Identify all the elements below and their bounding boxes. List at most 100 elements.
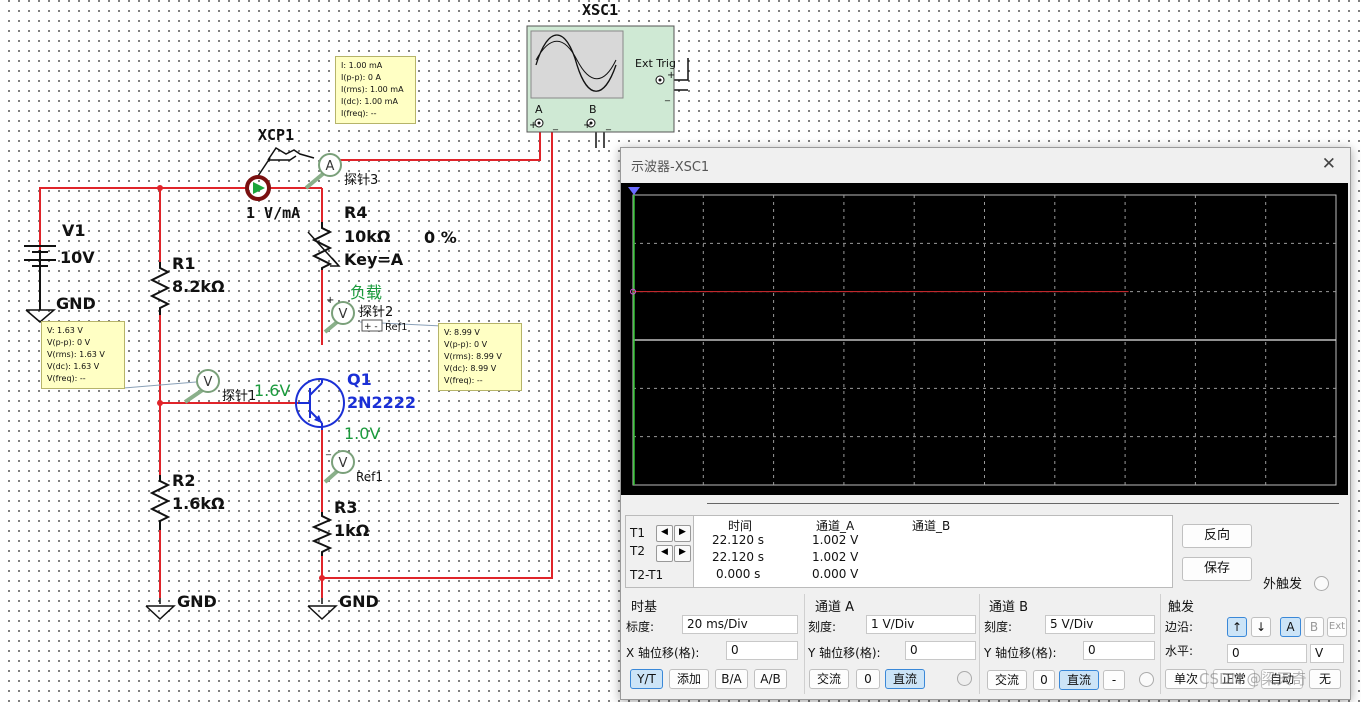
trigger-single-button[interactable]: 单次 [1165, 669, 1207, 689]
channel-b-radio[interactable] [1139, 672, 1154, 687]
current-probe-xcp1[interactable] [245, 175, 271, 201]
r2-name: R2 [172, 471, 195, 490]
r4-key: Key=A [344, 250, 404, 269]
t2-left-arrow-icon[interactable]: ◀ [656, 545, 673, 562]
trigger-auto-button[interactable]: 自动 [1261, 669, 1303, 689]
timebase-scale-field[interactable]: 20 ms/Div [682, 615, 798, 634]
trigger-source-b-button[interactable]: B [1304, 617, 1324, 637]
ext-trigger-radio[interactable] [1314, 576, 1329, 591]
trigger-source-ext-button[interactable]: Ext [1327, 617, 1347, 637]
r4-name: R4 [344, 203, 367, 222]
x-position-field[interactable]: 0 [726, 641, 798, 660]
falling-edge-icon[interactable]: ↓ [1251, 617, 1271, 637]
save-button[interactable]: 保存 [1182, 557, 1252, 581]
probe1-line: V(freq): -- [47, 374, 86, 383]
base-voltage: 1.6V [254, 381, 290, 400]
trigger-level-label: 水平: [1165, 644, 1194, 658]
scope-screen[interactable] [621, 183, 1348, 495]
close-icon[interactable]: ✕ [1322, 154, 1336, 174]
header-time: 时间 [728, 519, 753, 533]
panel-divider [804, 594, 805, 694]
channel-a-radio[interactable] [957, 671, 972, 686]
channel-b-zero-button[interactable]: 0 [1033, 670, 1055, 690]
ref1-label: Ref1 [356, 470, 383, 484]
reverse-button[interactable]: 反向 [1182, 524, 1252, 548]
probe3-readout: I: 1.00 mA I(p-p): 0 A I(rms): 1.00 mA I… [335, 56, 416, 124]
svg-text:A: A [326, 159, 335, 174]
probe-2-voltmeter[interactable]: V [323, 301, 355, 334]
channel-a-ypos-field[interactable]: 0 [905, 641, 976, 660]
oscilloscope-window[interactable]: 示波器-XSC1 ✕ T1 T2 T2-T1 ◀ ▶ ◀ ▶ 时间 通道_A 通… [620, 147, 1351, 700]
r3-name: R3 [334, 498, 357, 517]
t1-channel-a: 1.002 V [812, 533, 859, 547]
cursor-handle-icon[interactable] [628, 187, 640, 195]
readout-table: 时间 通道_A 通道_B 22.120 s 1.002 V 22.120 s 1… [693, 515, 1173, 588]
transistor-q1[interactable] [295, 378, 345, 430]
r4-percent: 0 % [424, 228, 457, 247]
probe3-line: I(freq): -- [341, 109, 377, 118]
emitter-voltage: 1.0V [344, 424, 380, 443]
trigger-source-a-button[interactable]: A [1280, 617, 1301, 637]
scrollbar-track[interactable] [707, 503, 1339, 504]
t1-left-arrow-icon[interactable]: ◀ [656, 525, 673, 542]
gnd-label-v1: GND [56, 294, 96, 313]
rising-edge-icon[interactable]: ↑ [1227, 617, 1247, 637]
t2-t1-channel-a: 0.000 V [812, 567, 859, 581]
channel-a-dc-button[interactable]: 直流 [885, 669, 925, 689]
ext-trig-label: Ext Trig [635, 57, 676, 70]
trigger-normal-button[interactable]: 正常 [1213, 669, 1255, 689]
probe3-line: I: 1.00 mA [341, 61, 383, 70]
emitter-minus-sign: _ [325, 445, 332, 456]
q1-model: 2N2222 [347, 393, 416, 412]
r4-value: 10kΩ [344, 227, 391, 246]
channel-b-ypos-field[interactable]: 0 [1083, 641, 1155, 660]
gnd-label-r2: GND [177, 592, 217, 611]
xsc1-a-plus: + [529, 120, 537, 131]
ext-trigger-label: 外触发 [1263, 577, 1303, 592]
trigger-level-field[interactable]: 0 [1227, 644, 1307, 663]
t2-right-arrow-icon[interactable]: ▶ [674, 545, 691, 562]
channel-b-minus-button[interactable]: - [1103, 670, 1125, 690]
channel-a-ac-button[interactable]: 交流 [809, 669, 849, 689]
channel-a-zero-button[interactable]: 0 [856, 669, 880, 689]
channel-b-ac-button[interactable]: 交流 [987, 670, 1027, 690]
mode-add-button[interactable]: 添加 [669, 669, 709, 689]
channel-a-scale-field[interactable]: 1 V/Div [866, 615, 976, 634]
trigger-level-unit[interactable]: V [1310, 644, 1344, 663]
channel-b-scale-label: 刻度: [984, 620, 1013, 634]
probe-1-voltmeter[interactable]: V [183, 369, 220, 404]
t2-channel-a: 1.002 V [812, 550, 859, 564]
gnd-label-r3: GND [339, 592, 379, 611]
scope-grid [628, 187, 1337, 486]
trigger-title: 触发 [1168, 600, 1195, 615]
t1-time: 22.120 s [712, 533, 765, 547]
r4-plus-sign: + [326, 295, 334, 306]
probe1-line: V(p-p): 0 V [47, 338, 91, 347]
channel-b-dc-button[interactable]: 直流 [1059, 670, 1099, 690]
mode-yt-button[interactable]: Y/T [630, 669, 663, 689]
xsc1-label: XSC1 [582, 1, 618, 19]
load-label: 负载 [350, 283, 382, 302]
mode-ab-button[interactable]: A/B [754, 669, 787, 689]
channel-b-ypos-label: Y 轴位移(格): [984, 646, 1057, 660]
ref1-tag-label: Ref1 [385, 322, 408, 333]
probe1-line: V(dc): 1.63 V [47, 362, 100, 371]
header-channel-a: 通道_A [816, 519, 855, 533]
xcp1-ratio: 1 V/mA [246, 204, 300, 222]
probe2-line: V(rms): 8.99 V [444, 352, 502, 361]
probe-3-ammeter[interactable]: A [304, 153, 342, 190]
t1-right-arrow-icon[interactable]: ▶ [674, 525, 691, 542]
trigger-none-button[interactable]: 无 [1309, 669, 1341, 689]
oscilloscope-xsc1[interactable] [526, 25, 675, 133]
probe2-line: V(p-p): 0 V [444, 340, 488, 349]
ref1-tag: + - [364, 322, 378, 332]
header-channel-b: 通道_B [912, 519, 951, 533]
xsc1-channel-b: B [589, 103, 597, 116]
probe2-readout: V: 8.99 V V(p-p): 0 V V(rms): 8.99 V V(d… [438, 323, 522, 391]
r1-value: 8.2kΩ [172, 277, 225, 296]
mode-ba-button[interactable]: B/A [715, 669, 748, 689]
channel-b-scale-field[interactable]: 5 V/Div [1045, 615, 1155, 634]
window-title: 示波器-XSC1 [631, 160, 710, 175]
x-position-label: X 轴位移(格): [626, 646, 700, 660]
t1-label: T1 [630, 526, 645, 540]
